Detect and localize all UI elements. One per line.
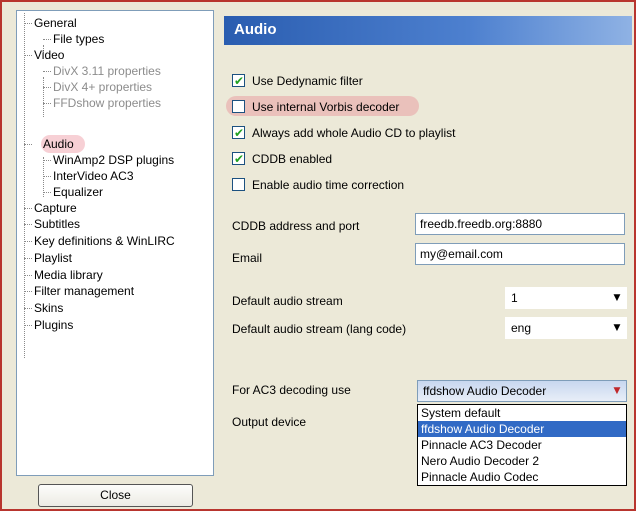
tree-item-label: DivX 3.11 properties: [53, 64, 161, 78]
tree-item-label: Media library: [34, 268, 103, 282]
section-header: Audio: [224, 16, 632, 45]
tree-item-label: Skins: [34, 301, 64, 315]
dropdown-option-selected[interactable]: ffdshow Audio Decoder: [418, 421, 626, 437]
tree-item-label: Subtitles: [34, 217, 81, 231]
ac3-decoder-select[interactable]: ffdshow Audio Decoder ▼: [417, 380, 627, 402]
tree-item-label: DivX 4+ properties: [53, 80, 153, 94]
tree-item-label: Capture: [34, 201, 77, 215]
checkbox-box[interactable]: [232, 72, 245, 90]
checkbox-label: Use Dedynamic filter: [252, 74, 363, 88]
tree-item-label: InterVideo AC3: [53, 169, 134, 183]
select-value: 1: [511, 291, 518, 305]
section-title: Audio: [234, 21, 277, 38]
chevron-down-icon[interactable]: ▼: [611, 385, 623, 397]
tree-item-label: Equalizer: [53, 185, 104, 199]
email-input[interactable]: my@email.com: [415, 243, 625, 265]
tree-item-label: General: [34, 16, 77, 30]
tree-item-label: FFDshow properties: [53, 96, 162, 110]
tree-connector-line: [24, 13, 25, 358]
chevron-down-icon[interactable]: ▼: [611, 322, 623, 334]
checkbox-box[interactable]: [232, 100, 245, 113]
ac3-decoder-dropdown-list[interactable]: System default ffdshow Audio Decoder Pin…: [417, 404, 627, 486]
tree-item-label: Filter management: [34, 284, 135, 298]
chevron-down-icon[interactable]: ▼: [611, 292, 623, 304]
dropdown-option[interactable]: System default: [418, 405, 626, 421]
tree-item-label: WinAmp2 DSP plugins: [53, 153, 175, 167]
close-button[interactable]: Close: [38, 484, 193, 507]
dropdown-option[interactable]: Pinnacle Audio Codec: [418, 469, 626, 485]
tree-item-label: Audio: [43, 137, 74, 151]
checkbox-label: Use internal Vorbis decoder: [252, 100, 400, 114]
email-label: Email: [232, 251, 263, 265]
dropdown-option[interactable]: Pinnacle AC3 Decoder: [418, 437, 626, 453]
checkbox-label: Enable audio time correction: [252, 178, 405, 192]
dropdown-option[interactable]: Nero Audio Decoder 2: [418, 453, 626, 469]
default-audio-stream-select[interactable]: 1 ▼: [505, 287, 627, 309]
tree-item-label: Video: [34, 48, 65, 62]
default-audio-stream-label: Default audio stream: [232, 294, 343, 308]
checkbox-label: CDDB enabled: [252, 152, 333, 166]
tree-connector-line: [43, 77, 44, 117]
checkbox-box[interactable]: [232, 178, 245, 191]
checkbox-box[interactable]: [232, 124, 245, 142]
tree-item-label: Playlist: [34, 251, 73, 265]
checkbox-box[interactable]: [232, 150, 245, 168]
checkbox-label: Always add whole Audio CD to playlist: [252, 126, 456, 140]
output-device-label: Output device: [232, 415, 307, 429]
select-value: eng: [511, 321, 532, 335]
cddb-address-input[interactable]: freedb.freedb.org:8880: [415, 213, 625, 235]
ac3-decoding-label: For AC3 decoding use: [232, 383, 351, 397]
tree-item-label: Plugins: [34, 318, 74, 332]
options-dialog: General File types Video DivX 3.11 prope…: [0, 0, 636, 511]
tree-item-label: Key definitions & WinLIRC: [34, 234, 175, 248]
tree-connector-line: [43, 157, 44, 197]
select-value: ffdshow Audio Decoder: [423, 384, 547, 398]
default-audio-lang-label: Default audio stream (lang code): [232, 322, 407, 336]
settings-tree[interactable]: General File types Video DivX 3.11 prope…: [16, 10, 214, 476]
tree-item-label: File types: [53, 32, 105, 46]
cddb-address-label: CDDB address and port: [232, 219, 360, 233]
default-audio-lang-select[interactable]: eng ▼: [505, 317, 627, 339]
